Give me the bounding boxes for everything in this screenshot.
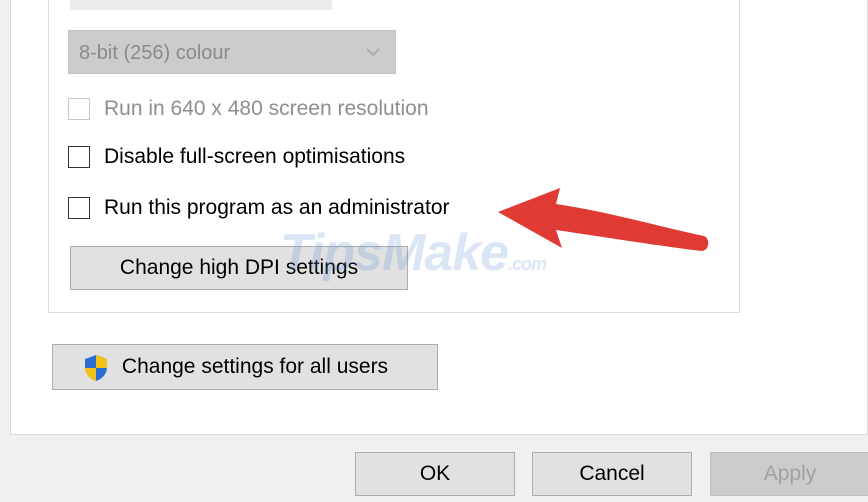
change-settings-for-all-users-button[interactable]: Change settings for all users <box>52 344 438 390</box>
checkbox-label: Run this program as an administrator <box>104 196 450 219</box>
ok-button[interactable]: OK <box>355 452 515 496</box>
checkbox-label: Run in 640 x 480 screen resolution <box>104 97 429 120</box>
apply-button[interactable]: Apply <box>710 452 868 496</box>
chevron-down-icon <box>365 45 381 63</box>
cancel-button[interactable]: Cancel <box>532 452 692 496</box>
checkbox-box[interactable] <box>68 98 90 120</box>
colour-mode-dropdown[interactable]: 8-bit (256) colour <box>68 30 396 74</box>
uac-shield-icon <box>83 354 109 398</box>
checkbox-box[interactable] <box>68 197 90 219</box>
colour-mode-value: 8-bit (256) colour <box>79 42 231 64</box>
red-arrow-icon <box>490 186 715 271</box>
checkbox-box[interactable] <box>68 146 90 168</box>
button-label: Change settings for all users <box>121 355 389 378</box>
checkbox-label: Disable full-screen optimisations <box>104 145 406 168</box>
watermark-text: TipsMake <box>280 224 509 282</box>
